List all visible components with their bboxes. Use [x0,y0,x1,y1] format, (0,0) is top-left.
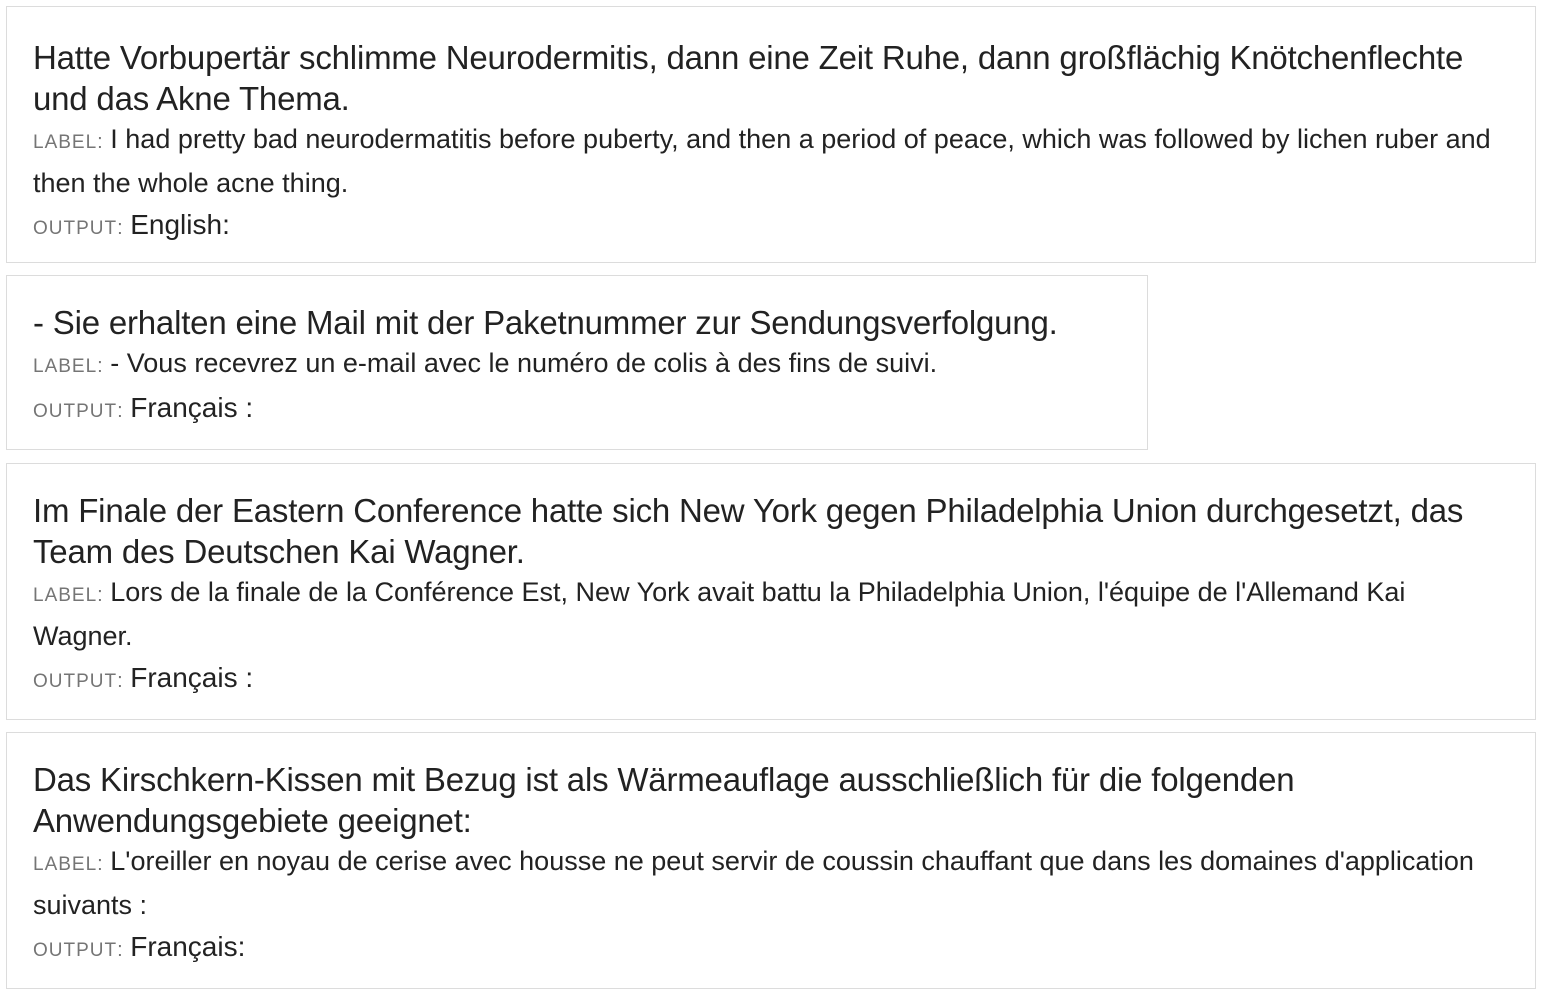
example-card: Das Kirschkern-Kissen mit Bezug ist als … [6,732,1536,989]
output-text: English: [130,209,230,240]
output-text: Français : [130,662,254,693]
example-card: - Sie erhalten eine Mail mit der Paketnu… [6,275,1148,450]
label-tag: LABEL [33,356,98,377]
source-text: Im Finale der Eastern Conference hatte s… [33,492,1464,570]
output-row: OUTPUT: English: [33,209,230,240]
output-tag: OUTPUT [33,401,118,422]
label-row: LABEL: - Vous recevrez un e-mail avec le… [33,348,938,378]
output-tag: OUTPUT [33,218,118,239]
output-tag: OUTPUT [33,940,118,961]
label-text: I had pretty bad neurodermatitis before … [33,124,1491,198]
label-text: Lors de la finale de la Conférence Est, … [33,577,1406,651]
output-row: OUTPUT: Français : [33,662,254,693]
label-row: LABEL: I had pretty bad neurodermatitis … [33,124,1491,198]
label-text: - Vous recevrez un e-mail avec le numéro… [110,348,938,378]
output-text: Français: [130,931,246,962]
source-text: Das Kirschkern-Kissen mit Bezug ist als … [33,761,1295,839]
label-tag: LABEL [33,854,98,875]
source-text: Hatte Vorbupertär schlimme Neurodermitis… [33,39,1464,117]
output-row: OUTPUT: Français : [33,392,254,423]
example-card: Im Finale der Eastern Conference hatte s… [6,463,1536,720]
label-tag: LABEL [33,585,98,606]
label-row: LABEL: L'oreiller en noyau de cerise ave… [33,846,1474,920]
label-tag: LABEL [33,132,98,153]
label-row: LABEL: Lors de la finale de la Conférenc… [33,577,1406,651]
example-card: Hatte Vorbupertär schlimme Neurodermitis… [6,6,1536,263]
source-text: - Sie erhalten eine Mail mit der Paketnu… [33,304,1058,341]
label-text: L'oreiller en noyau de cerise avec houss… [33,846,1474,920]
output-row: OUTPUT: Français: [33,931,246,962]
output-tag: OUTPUT [33,671,118,692]
output-text: Français : [130,392,254,423]
